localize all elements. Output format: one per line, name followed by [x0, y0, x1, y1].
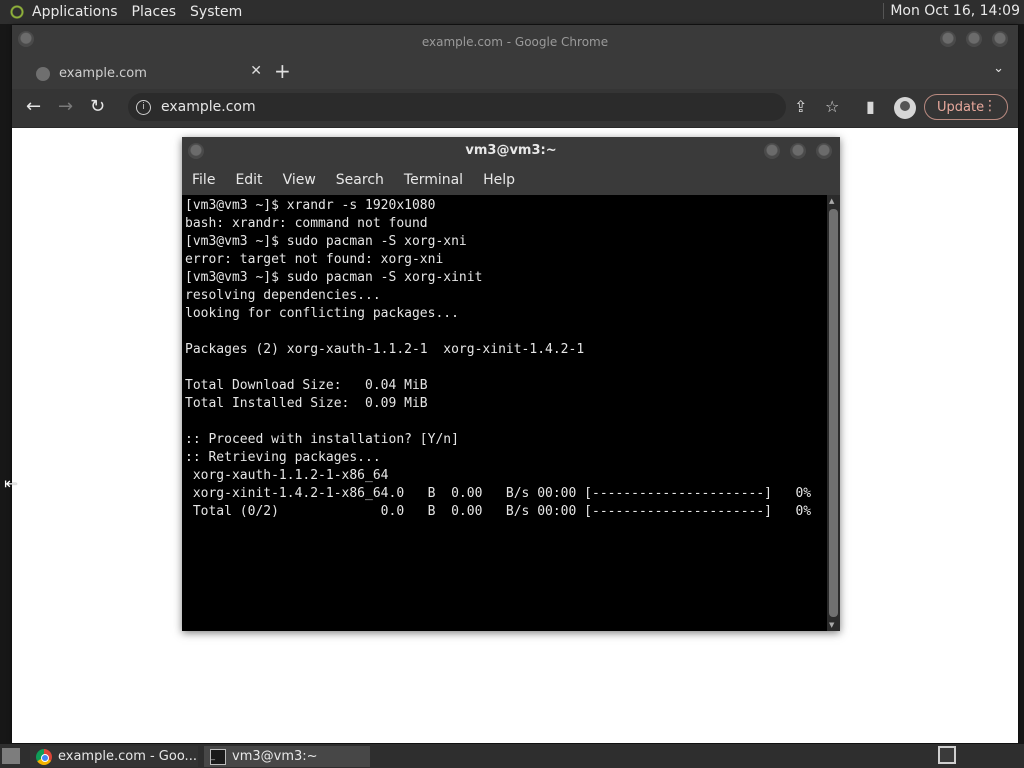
terminal-menu-view[interactable]: View [283, 172, 316, 188]
terminal-line[interactable]: xorg-xauth-1.1.2-1-x86_64 [185, 467, 827, 485]
scrollbar-thumb[interactable] [829, 209, 838, 617]
terminal-screen[interactable]: [vm3@vm3 ~]$ xrandr -s 1920x1080 bash: xr… [182, 195, 827, 631]
terminal-line[interactable] [185, 413, 827, 431]
terminal-line[interactable]: Total (0/2) 0.0 B 0.00 B/s 00:00 [------… [185, 503, 827, 521]
workspace-switcher-icon[interactable] [938, 746, 956, 764]
tab-close-icon[interactable]: ✕ [250, 63, 262, 79]
profile-avatar-icon[interactable] [894, 97, 916, 119]
tab-title: example.com [59, 66, 147, 81]
show-desktop-icon[interactable] [2, 748, 20, 764]
terminal-scrollbar[interactable]: ▲ ▼ [827, 195, 840, 631]
window-menu-icon[interactable] [18, 31, 34, 47]
chrome-titlebar[interactable]: example.com - Google Chrome [12, 25, 1018, 55]
site-info-icon[interactable]: i [136, 99, 151, 115]
taskbar-chrome-label: example.com - Goo... [58, 749, 197, 764]
update-label: Update [937, 99, 985, 115]
terminal-menu-terminal[interactable]: Terminal [404, 172, 463, 188]
distro-logo-icon[interactable] [8, 3, 26, 21]
clock[interactable]: Mon Oct 16, 14:09 [883, 3, 1020, 19]
address-bar[interactable]: i example.com [128, 93, 786, 121]
browser-toolbar: ← → ↻ i example.com ⇪ ☆ ▮ Update ⋮ [12, 89, 1018, 128]
terminal-close-icon[interactable] [816, 143, 832, 159]
share-icon[interactable]: ⇪ [794, 98, 807, 116]
menu-places[interactable]: Places [132, 4, 177, 20]
terminal-window: vm3@vm3:~ File Edit View Search Terminal… [182, 137, 840, 631]
back-button[interactable]: ← [26, 97, 41, 117]
taskbar: example.com - Goo... _ vm3@vm3:~ [0, 744, 1024, 768]
terminal-minimize-icon[interactable] [764, 143, 780, 159]
chrome-window-title: example.com - Google Chrome [421, 35, 609, 49]
terminal-line[interactable]: xorg-xinit-1.4.2-1-x86_64.0 B 0.00 B/s 0… [185, 485, 827, 503]
minimize-icon[interactable] [940, 31, 956, 47]
terminal-line[interactable]: :: Proceed with installation? [Y/n] [185, 431, 827, 449]
terminal-line[interactable]: resolving dependencies... [185, 287, 827, 305]
terminal-menubar: File Edit View Search Terminal Help [182, 165, 840, 195]
close-window-icon[interactable] [992, 31, 1008, 47]
top-panel: Applications Places System Mon Oct 16, 1… [0, 0, 1024, 24]
terminal-line[interactable]: :: Retrieving packages... [185, 449, 827, 467]
taskbar-item-chrome[interactable]: example.com - Goo... [30, 746, 198, 767]
terminal-menu-edit[interactable]: Edit [235, 172, 262, 188]
maximize-icon[interactable] [966, 31, 982, 47]
terminal-icon: _ [210, 748, 226, 765]
forward-button[interactable]: → [58, 97, 73, 117]
terminal-menu-search[interactable]: Search [336, 172, 384, 188]
reload-button[interactable]: ↻ [90, 97, 105, 117]
update-button[interactable]: Update ⋮ [924, 94, 1008, 120]
terminal-line[interactable]: Total Installed Size: 0.09 MiB [185, 395, 827, 413]
scroll-up-arrow-icon[interactable]: ▲ [829, 197, 834, 205]
terminal-line[interactable] [185, 323, 827, 341]
terminal-line[interactable]: [vm3@vm3 ~]$ sudo pacman -S xorg-xni [185, 233, 827, 251]
bookmark-star-icon[interactable]: ☆ [825, 98, 839, 116]
terminal-line[interactable]: looking for conflicting packages... [185, 305, 827, 323]
terminal-maximize-icon[interactable] [790, 143, 806, 159]
terminal-menu-help[interactable]: Help [483, 172, 515, 188]
terminal-output[interactable]: [vm3@vm3 ~]$ xrandr -s 1920x1080 bash: xr… [182, 195, 827, 521]
terminal-line[interactable]: Packages (2) xorg-xauth-1.1.2-1 xorg-xin… [185, 341, 827, 359]
tab-strip: example.com ✕ + ⌄ [12, 55, 1018, 89]
terminal-titlebar[interactable]: vm3@vm3:~ [182, 137, 840, 165]
tab-search-chevron-icon[interactable]: ⌄ [993, 61, 1004, 76]
taskbar-item-terminal[interactable]: _ vm3@vm3:~ [204, 746, 370, 767]
url-text: example.com [161, 99, 256, 115]
side-panel-icon[interactable]: ▮ [866, 98, 875, 116]
terminal-line[interactable] [185, 359, 827, 377]
terminal-title: vm3@vm3:~ [465, 143, 557, 158]
terminal-line[interactable]: [vm3@vm3 ~]$ sudo pacman -S xorg-xinit [185, 269, 827, 287]
terminal-line[interactable]: bash: xrandr: command not found [185, 215, 827, 233]
tab-example[interactable]: example.com ✕ [32, 58, 264, 89]
terminal-line[interactable]: error: target not found: xorg-xni [185, 251, 827, 269]
new-tab-button[interactable]: + [274, 59, 291, 83]
kebab-menu-icon[interactable]: ⋮ [983, 98, 997, 114]
taskbar-terminal-label: vm3@vm3:~ [232, 749, 318, 764]
menu-system[interactable]: System [190, 4, 242, 20]
terminal-line[interactable]: [vm3@vm3 ~]$ xrandr -s 1920x1080 [185, 197, 827, 215]
scroll-down-arrow-icon[interactable]: ▼ [829, 621, 834, 629]
globe-icon [36, 66, 50, 81]
chrome-icon [36, 748, 52, 765]
terminal-window-menu-icon[interactable] [188, 143, 204, 159]
terminal-line[interactable]: Total Download Size: 0.04 MiB [185, 377, 827, 395]
resize-cursor-icon: ⇤ [4, 474, 18, 493]
menu-applications[interactable]: Applications [32, 4, 118, 20]
terminal-menu-file[interactable]: File [192, 172, 215, 188]
